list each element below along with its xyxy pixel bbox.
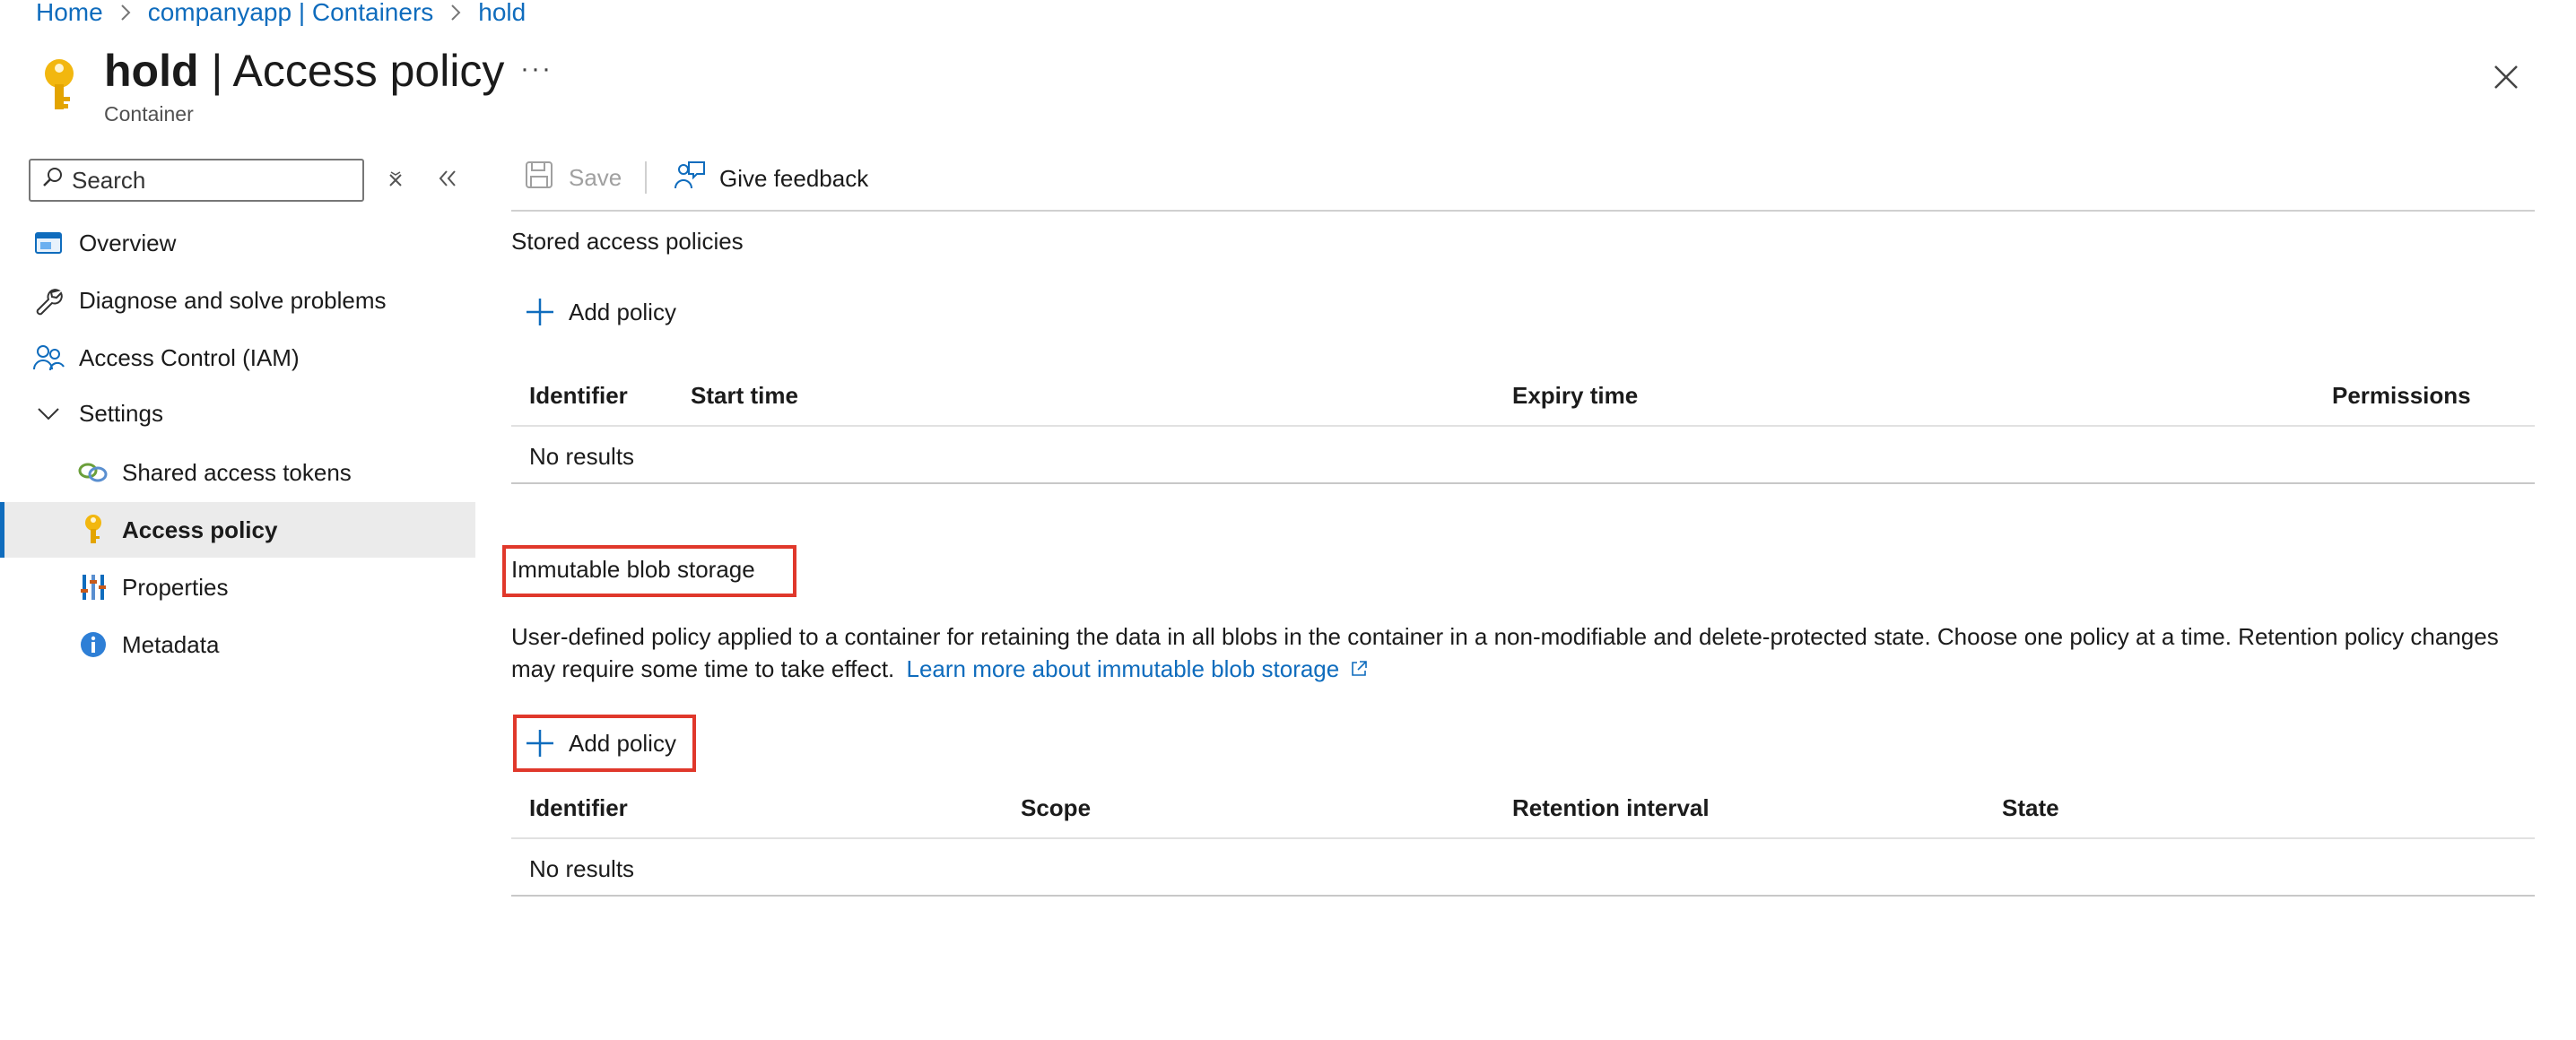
breadcrumb-home[interactable]: Home xyxy=(36,0,103,27)
column-header-permissions[interactable]: Permissions xyxy=(2332,382,2471,410)
people-icon xyxy=(32,342,65,374)
page-title-blade: | Access policy xyxy=(198,46,505,96)
stored-policies-title: Stored access policies xyxy=(511,228,744,255)
immutable-add-policy-button[interactable]: Add policy xyxy=(524,727,676,759)
sidebar-item-metadata[interactable]: Metadata xyxy=(0,617,475,672)
toolbar-divider-line xyxy=(511,210,2535,212)
info-icon xyxy=(77,628,109,661)
sidebar-item-label: Access policy xyxy=(122,516,278,543)
column-header-start-time[interactable]: Start time xyxy=(691,382,798,410)
immutable-description-text: User-defined policy applied to a contain… xyxy=(511,623,2499,682)
column-header-identifier[interactable]: Identifier xyxy=(529,382,628,410)
sidebar-item-label: Properties xyxy=(122,573,229,601)
add-policy-label: Add policy xyxy=(569,298,676,325)
chevron-right-icon xyxy=(449,3,462,22)
table-header-divider xyxy=(511,837,2535,839)
learn-more-label: Learn more about immutable blob storage xyxy=(906,655,1340,682)
toolbar-divider xyxy=(645,161,647,194)
clear-search-button[interactable] xyxy=(382,167,409,194)
sidebar-item-label: Settings xyxy=(79,399,163,427)
sidebar-item-diagnose[interactable]: Diagnose and solve problems xyxy=(0,273,475,328)
breadcrumb-hold[interactable]: hold xyxy=(478,0,526,27)
page-subtitle: Container xyxy=(104,102,194,126)
sidebar-item-label: Overview xyxy=(79,229,177,256)
page-title: hold | Access policy xyxy=(104,45,504,97)
sidebar-item-overview[interactable]: Overview xyxy=(0,215,475,271)
sidebar-item-shared-access-tokens[interactable]: Shared access tokens xyxy=(0,445,475,500)
table-bottom-divider xyxy=(511,482,2535,484)
more-options-button[interactable]: ··· xyxy=(520,54,553,84)
search-box[interactable] xyxy=(29,159,364,202)
save-label: Save xyxy=(569,164,622,191)
sidebar-item-label: Shared access tokens xyxy=(122,458,352,486)
properties-icon xyxy=(77,571,109,603)
immutable-description: User-defined policy applied to a contain… xyxy=(511,620,2529,685)
clear-icon xyxy=(389,171,402,186)
table-header-divider xyxy=(511,425,2535,427)
add-policy-label: Add policy xyxy=(569,729,676,757)
plus-icon xyxy=(527,299,553,325)
key-icon xyxy=(77,514,109,546)
breadcrumb-containers[interactable]: companyapp | Containers xyxy=(148,0,434,27)
collapse-sidebar-button[interactable] xyxy=(434,165,461,192)
plus-icon xyxy=(527,730,553,757)
wrench-icon xyxy=(32,284,65,316)
learn-more-link[interactable]: Learn more about immutable blob storage xyxy=(907,655,1370,682)
give-feedback-button[interactable]: Give feedback xyxy=(673,160,868,198)
search-input[interactable] xyxy=(72,166,341,195)
stored-add-policy-button[interactable]: Add policy xyxy=(524,296,676,328)
search-icon xyxy=(41,166,65,195)
selection-indicator xyxy=(0,502,4,558)
immutable-storage-title: Immutable blob storage xyxy=(511,556,755,583)
overview-icon xyxy=(32,227,65,259)
chevron-down-icon xyxy=(32,397,65,429)
give-feedback-label: Give feedback xyxy=(719,165,869,192)
key-icon xyxy=(39,57,79,119)
save-icon xyxy=(524,160,554,196)
external-link-icon xyxy=(1345,655,1369,682)
sidebar-item-access-policy[interactable]: Access policy xyxy=(0,502,475,558)
feedback-icon xyxy=(673,160,707,198)
sidebar-item-label: Metadata xyxy=(122,630,220,658)
save-button[interactable]: Save xyxy=(524,160,622,196)
page-title-resource: hold xyxy=(104,46,199,96)
double-chevron-left-icon xyxy=(439,170,456,186)
column-header-expiry-time[interactable]: Expiry time xyxy=(1512,382,1638,410)
breadcrumb: Home companyapp | Containers hold xyxy=(36,0,526,30)
column-header-scope[interactable]: Scope xyxy=(1021,794,1091,822)
sidebar-item-label: Access Control (IAM) xyxy=(79,343,300,371)
sidebar-item-properties[interactable]: Properties xyxy=(0,559,475,615)
link-icon xyxy=(77,456,109,489)
stored-empty-message: No results xyxy=(529,443,635,470)
table-bottom-divider xyxy=(511,895,2535,897)
sidebar-group-settings[interactable]: Settings xyxy=(0,386,475,441)
close-button[interactable] xyxy=(2488,59,2524,95)
immutable-empty-message: No results xyxy=(529,855,635,882)
column-header-state[interactable]: State xyxy=(2002,794,2059,822)
chevron-right-icon xyxy=(119,3,132,22)
column-header-retention-interval[interactable]: Retention interval xyxy=(1512,794,1710,822)
sidebar-item-iam[interactable]: Access Control (IAM) xyxy=(0,330,475,386)
column-header-identifier[interactable]: Identifier xyxy=(529,794,628,822)
close-icon xyxy=(2494,65,2518,89)
sidebar-item-label: Diagnose and solve problems xyxy=(79,286,387,314)
